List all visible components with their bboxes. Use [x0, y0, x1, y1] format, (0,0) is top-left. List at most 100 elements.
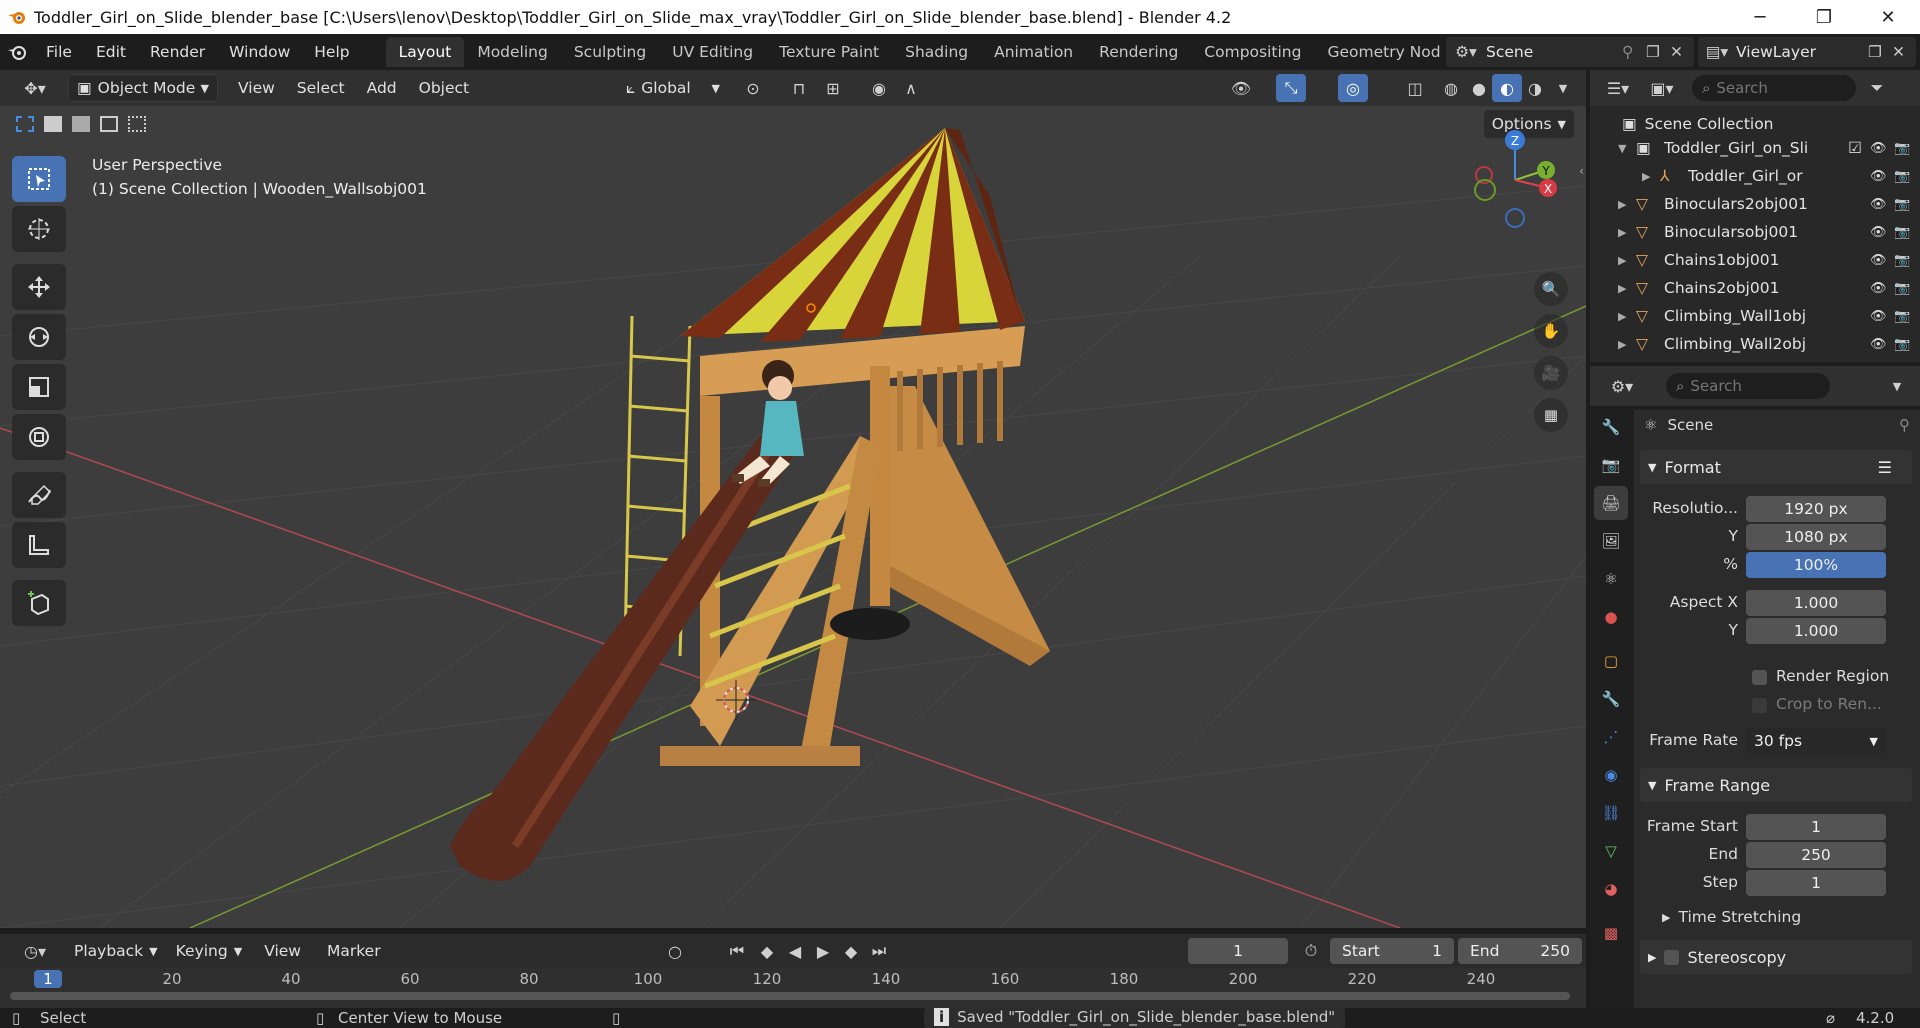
pan-hand-icon[interactable]: ✋	[1534, 314, 1568, 348]
eye-icon[interactable]: 👁	[1870, 253, 1894, 268]
camera-view-icon[interactable]: 🎥	[1534, 356, 1568, 390]
tab-animation[interactable]: Animation	[981, 37, 1086, 67]
select-extend-icon[interactable]	[40, 112, 66, 136]
chevron-right-icon[interactable]: ▶	[1618, 282, 1636, 295]
filter-icon[interactable]: ⏷	[1862, 74, 1892, 102]
properties-search-input[interactable]	[1690, 377, 1801, 395]
frame-end-field[interactable]: 250	[1746, 842, 1886, 868]
menu-timeline-view[interactable]: View	[256, 937, 309, 965]
tab-modeling[interactable]: Modeling	[464, 37, 561, 67]
frame-start-field[interactable]: 1	[1746, 814, 1886, 840]
play-icon[interactable]: ▶	[808, 937, 838, 965]
aspect-y-field[interactable]: 1.000	[1746, 618, 1886, 644]
eye-icon[interactable]: 👁	[1870, 169, 1894, 184]
pin-icon[interactable]: ⚲	[1899, 416, 1910, 434]
tool-tab-icon[interactable]: 🔧	[1594, 410, 1628, 444]
presets-icon[interactable]: ☰	[1878, 458, 1892, 477]
world-tab-icon[interactable]: ●	[1594, 600, 1628, 634]
wireframe-shading-icon[interactable]: ◍	[1436, 74, 1466, 102]
camera-icon[interactable]: 📷	[1894, 169, 1920, 184]
menu-view[interactable]: View	[230, 74, 283, 102]
tab-uv-editing[interactable]: UV Editing	[659, 37, 766, 67]
new-scene-icon[interactable]: ❐	[1646, 43, 1670, 61]
menu-playback[interactable]: Playback ▼	[66, 937, 166, 965]
camera-icon[interactable]: 📷	[1894, 225, 1920, 240]
object-tab-icon[interactable]: ▢	[1594, 644, 1628, 678]
navigation-gizmo[interactable]: Z Y X	[1462, 130, 1568, 230]
blender-menu-icon[interactable]	[0, 43, 34, 61]
tab-compositing[interactable]: Compositing	[1191, 37, 1314, 67]
resolution-x-field[interactable]: 1920 px	[1746, 496, 1886, 522]
snap-target-icon[interactable]: ⊞	[818, 74, 848, 102]
material-tab-icon[interactable]: ◕	[1594, 872, 1628, 906]
close-button[interactable]: ✕	[1856, 0, 1920, 34]
add-cube-tool[interactable]	[12, 580, 66, 626]
annotate-tool[interactable]	[12, 472, 66, 518]
menu-help[interactable]: Help	[302, 37, 361, 67]
data-tab-icon[interactable]: ▽	[1594, 834, 1628, 868]
zoom-icon[interactable]: 🔍	[1534, 272, 1568, 306]
cursor-tool[interactable]	[12, 206, 66, 252]
snap-icon[interactable]: ⊓	[784, 74, 814, 102]
end-frame-field[interactable]: End 250	[1458, 938, 1582, 964]
menu-render[interactable]: Render	[138, 37, 217, 67]
tab-geometry-nodes[interactable]: Geometry Nod	[1314, 37, 1453, 67]
format-panel-header[interactable]: ▼ Format ☰	[1640, 450, 1912, 484]
jump-start-icon[interactable]: ⏮	[722, 937, 752, 965]
eye-icon[interactable]: 👁	[1870, 281, 1894, 296]
material-shading-icon[interactable]: ◐	[1492, 74, 1522, 102]
menu-window[interactable]: Window	[217, 37, 302, 67]
xray-icon[interactable]: ◫	[1400, 74, 1430, 102]
play-reverse-icon[interactable]: ◀	[780, 937, 810, 965]
pivot-icon[interactable]: ⊙	[738, 74, 768, 102]
chevron-right-icon[interactable]: ▶	[1618, 198, 1636, 211]
chevron-down-icon[interactable]: ▼	[1882, 372, 1912, 400]
camera-icon[interactable]: 📷	[1894, 197, 1920, 212]
minimize-button[interactable]: ─	[1728, 0, 1792, 34]
delete-scene-icon[interactable]: ✕	[1670, 43, 1694, 61]
menu-keying[interactable]: Keying ▼	[168, 937, 251, 965]
view-layer-selector[interactable]: ▤▾ ViewLayer ❐ ✕	[1698, 37, 1916, 67]
chevron-down-icon[interactable]: ▼	[1618, 142, 1636, 155]
pin-icon[interactable]: ⚲	[1622, 43, 1646, 61]
eye-icon[interactable]: 👁	[1870, 309, 1894, 324]
camera-icon[interactable]: 📷	[1894, 281, 1920, 296]
transform-orientation[interactable]: ⟀ Global ▼	[618, 74, 728, 102]
menu-file[interactable]: File	[34, 37, 84, 67]
menu-edit[interactable]: Edit	[84, 37, 138, 67]
move-tool[interactable]	[12, 264, 66, 310]
outliner-item[interactable]: ▶ ▽ Binoculars2obj001 👁 📷	[1590, 190, 1920, 218]
properties-search[interactable]: ⌕	[1666, 373, 1830, 399]
render-tab-icon[interactable]: 📷	[1594, 448, 1628, 482]
render-region-checkbox[interactable]	[1752, 670, 1767, 685]
constraints-tab-icon[interactable]: ⛓	[1594, 796, 1628, 830]
tab-sculpting[interactable]: Sculpting	[561, 37, 659, 67]
tab-rendering[interactable]: Rendering	[1086, 37, 1191, 67]
menu-add[interactable]: Add	[359, 74, 405, 102]
timeline-editor-type-icon[interactable]: ◷▾	[14, 937, 56, 965]
visibility-icon[interactable]: 👁	[1226, 74, 1256, 102]
time-stretching-subpanel[interactable]: ▶ Time Stretching	[1662, 908, 1801, 926]
rendered-shading-icon[interactable]: ◑	[1520, 74, 1550, 102]
select-intersect-icon[interactable]	[124, 112, 150, 136]
current-frame-field[interactable]: 1	[1188, 938, 1288, 964]
chevron-right-icon[interactable]: ▶	[1642, 170, 1660, 183]
particles-tab-icon[interactable]: ⋰	[1594, 720, 1628, 754]
start-frame-field[interactable]: Start 1	[1330, 938, 1454, 964]
overlays-icon[interactable]: ◎	[1338, 74, 1368, 102]
chevron-right-icon[interactable]: ▶	[1618, 226, 1636, 239]
view-layer-tab-icon[interactable]: 🖼	[1594, 524, 1628, 558]
eye-icon[interactable]: 👁	[1870, 225, 1894, 240]
timeline-scrollbar[interactable]	[10, 992, 1570, 1000]
outliner-item[interactable]: ▶ ▽ Climbing_Wall2obj 👁 📷	[1590, 330, 1920, 358]
autokey-record-icon[interactable]: ○	[660, 937, 690, 965]
jump-end-icon[interactable]: ⏭	[864, 937, 894, 965]
camera-icon[interactable]: 📷	[1894, 337, 1920, 352]
physics-tab-icon[interactable]: ◉	[1594, 758, 1628, 792]
3d-viewport[interactable]: User Perspective (1) Scene Collection | …	[0, 106, 1586, 928]
output-tab-icon[interactable]: 🖨	[1594, 486, 1628, 520]
new-view-layer-icon[interactable]: ❐	[1868, 43, 1892, 61]
transform-tool[interactable]	[12, 414, 66, 460]
menu-select[interactable]: Select	[289, 74, 353, 102]
scene-selector[interactable]: ⚙▾ Scene ⚲ ❐ ✕	[1446, 37, 1694, 67]
